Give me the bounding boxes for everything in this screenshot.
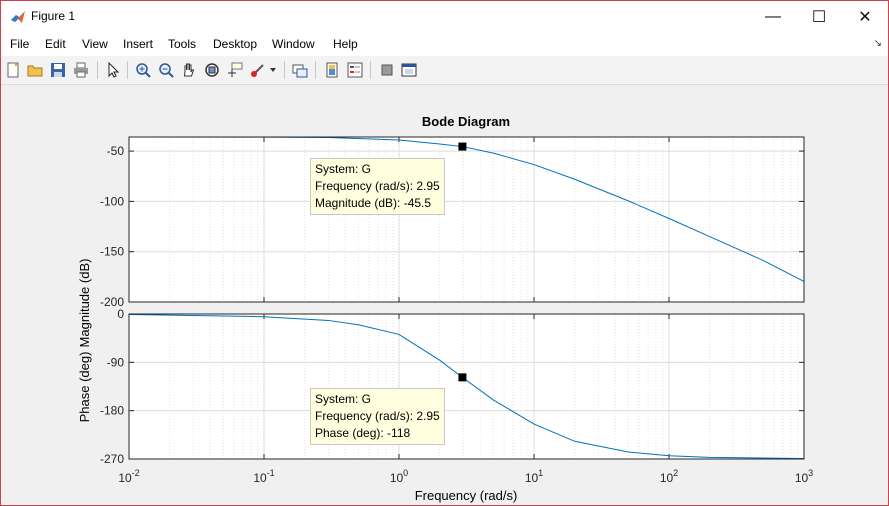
minimize-button[interactable]: — [750, 1, 796, 32]
rotate-3d-icon[interactable] [203, 61, 221, 79]
figure-window: Figure 1 — ☐ ✕ File Edit View Insert Too… [0, 0, 889, 506]
datatip-system: System: G [315, 162, 372, 176]
datatip-frequency: Frequency (rad/s): 2.95 [315, 409, 440, 423]
x-tick-label: 10-1 [253, 468, 274, 485]
menu-desktop[interactable]: Desktop [213, 37, 257, 51]
link-plot-icon[interactable] [291, 61, 309, 79]
new-figure-icon[interactable] [4, 61, 22, 79]
plot-background [129, 314, 804, 459]
menu-edit[interactable]: Edit [45, 37, 66, 51]
toolbar-separator [127, 61, 128, 79]
x-tick-label: 101 [525, 468, 543, 485]
menu-file[interactable]: File [10, 37, 29, 51]
window-title: Figure 1 [31, 9, 76, 23]
open-file-icon[interactable] [26, 61, 44, 79]
datatip-frequency: Frequency (rad/s): 2.95 [315, 179, 440, 193]
pan-hand-icon[interactable] [180, 61, 198, 79]
zoom-in-icon[interactable] [134, 61, 152, 79]
y-tick-label: -90 [107, 355, 125, 369]
x-axis-label: Frequency (rad/s) [415, 488, 518, 503]
toolbar-separator [370, 61, 371, 79]
toolbar-separator [315, 61, 316, 79]
toolbar-separator [97, 61, 98, 79]
y-tick-label: -150 [100, 245, 124, 259]
toolbar-separator [284, 61, 285, 79]
maximize-button[interactable]: ☐ [796, 1, 842, 32]
magnitude-axes[interactable]: -50-100-150-200 [100, 136, 805, 309]
plot-background [129, 137, 804, 302]
matlab-logo-icon [11, 11, 25, 23]
phase-axes[interactable]: 0 -90 -180 -270 10-2 10-1 100 101 102 103 [100, 307, 813, 485]
title-bar: Figure 1 — ☐ ✕ [1, 1, 888, 32]
toolbar [1, 56, 888, 85]
magnitude-datatip[interactable]: System: G Frequency (rad/s): 2.95 Magnit… [310, 158, 445, 215]
phase-datatip[interactable]: System: G Frequency (rad/s): 2.95 Phase … [310, 388, 445, 445]
datatip-system: System: G [315, 392, 372, 406]
y-tick-label: -100 [100, 194, 124, 208]
hide-plot-tools-icon[interactable] [378, 61, 396, 79]
print-icon[interactable] [72, 61, 90, 79]
x-tick-label: 100 [390, 468, 408, 485]
save-icon[interactable] [49, 61, 67, 79]
chevron-down-icon[interactable] [268, 61, 278, 79]
x-tick-label: 10-2 [118, 468, 139, 485]
figure-canvas: Bode Diagram -50 -100 -150 -200 0 -90 -180 -27… [1, 85, 888, 505]
phase-y-axis-label: Phase (deg) [77, 352, 92, 423]
menu-window[interactable]: Window [272, 37, 315, 51]
datatip-marker [458, 142, 467, 151]
datatip-phase: Phase (deg): -118 [315, 426, 411, 440]
data-cursor-icon[interactable] [226, 61, 244, 79]
menu-view[interactable]: View [82, 37, 108, 51]
y-tick-label: -270 [100, 452, 124, 466]
menu-tools[interactable]: Tools [168, 37, 196, 51]
chart-title: Bode Diagram [422, 114, 510, 129]
y-tick-label: -50 [107, 144, 125, 158]
dock-arrow-icon[interactable]: ↘ [874, 38, 882, 49]
legend-icon[interactable] [346, 61, 364, 79]
menu-bar: File Edit View Insert Tools Desktop Wind… [1, 32, 888, 56]
pointer-icon[interactable] [104, 61, 122, 79]
datatip-marker [458, 373, 467, 382]
menu-insert[interactable]: Insert [123, 37, 153, 51]
datatip-magnitude: Magnitude (dB): -45.5 [315, 196, 432, 210]
x-tick-label: 103 [795, 468, 813, 485]
colorbar-icon[interactable] [323, 61, 341, 79]
menu-help[interactable]: Help [333, 37, 358, 51]
x-tick-label: 102 [660, 468, 678, 485]
y-tick-label: 0 [117, 307, 124, 321]
zoom-out-icon[interactable] [157, 61, 175, 79]
close-button[interactable]: ✕ [842, 1, 888, 32]
magnitude-y-axis-label: Magnitude (dB) [77, 259, 92, 348]
brush-icon[interactable] [249, 61, 267, 79]
show-plot-tools-icon[interactable] [400, 61, 418, 79]
y-tick-label: -180 [100, 404, 124, 418]
